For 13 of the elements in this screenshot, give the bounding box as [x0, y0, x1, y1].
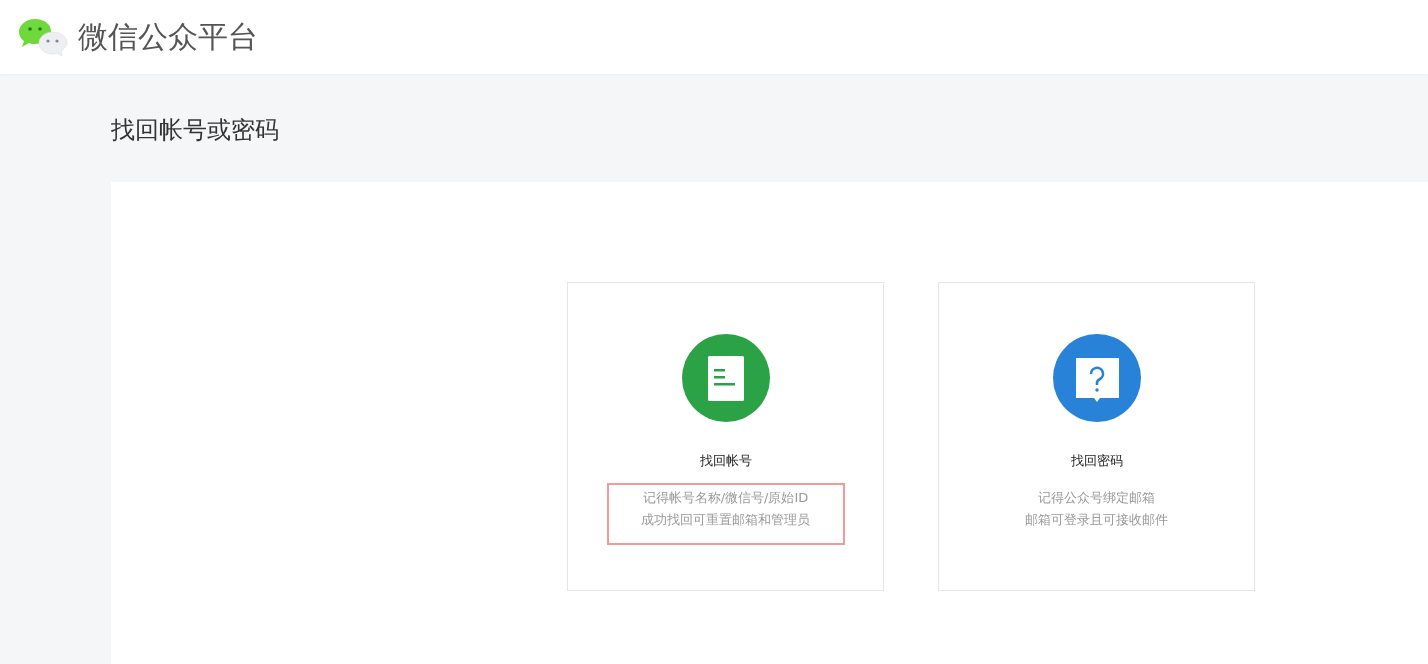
description-line: 记得公众号绑定邮箱: [1038, 489, 1155, 507]
logo-text: 微信公众平台: [78, 17, 258, 56]
description-line: 邮箱可登录且可接收邮件: [1025, 511, 1168, 529]
option-card[interactable]: 找回帐号 记得帐号名称/微信号/原始ID 成功找回可重置邮箱和管理员: [567, 282, 884, 591]
document-icon: [681, 334, 770, 422]
option-card[interactable]: 找回密码 记得公众号绑定邮箱 邮箱可登录且可接收邮件: [938, 282, 1255, 591]
description-line: 成功找回可重置邮箱和管理员: [641, 511, 810, 529]
description-line: 记得帐号名称/微信号/原始ID: [642, 489, 809, 507]
option-title: 找回帐号: [699, 452, 752, 470]
question-bubble-icon: [1052, 334, 1141, 422]
chat-bubbles-logo-icon: [18, 17, 68, 57]
option-title: 找回密码: [1070, 452, 1123, 470]
page-title: 找回帐号或密码: [111, 115, 280, 146]
